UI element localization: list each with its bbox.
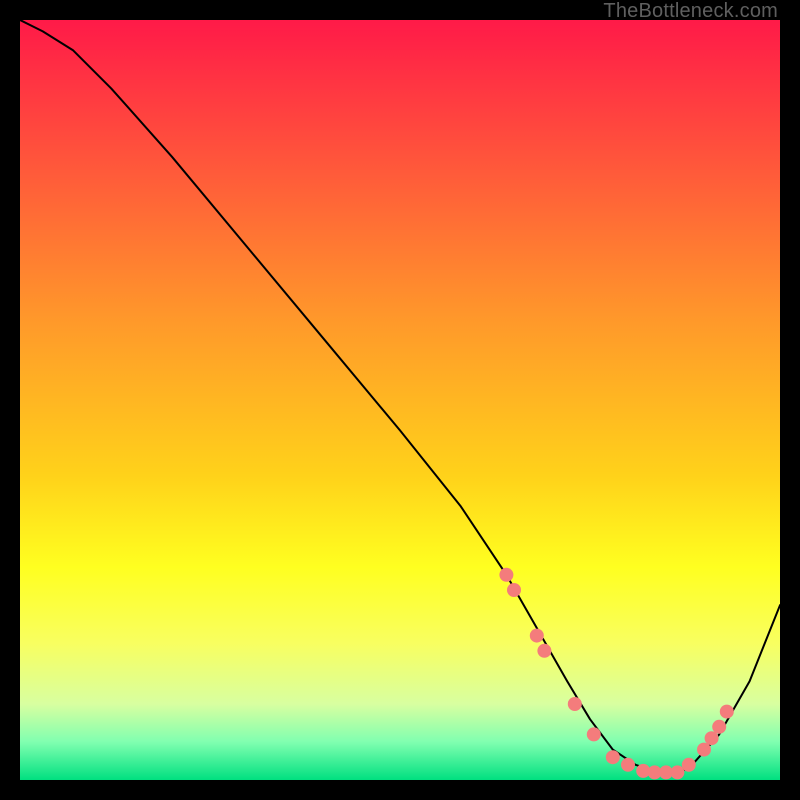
data-point-marker: [621, 758, 635, 772]
chart-frame: [20, 20, 780, 780]
data-point-marker: [568, 697, 582, 711]
data-point-marker: [587, 727, 601, 741]
watermark-text: TheBottleneck.com: [603, 0, 778, 23]
data-point-marker: [720, 705, 734, 719]
data-point-marker: [697, 743, 711, 757]
data-point-marker: [530, 629, 544, 643]
data-point-marker: [705, 731, 719, 745]
chart-svg: [20, 20, 780, 780]
data-point-marker: [682, 758, 696, 772]
data-point-marker: [537, 644, 551, 658]
data-point-marker: [499, 568, 513, 582]
data-point-marker: [507, 583, 521, 597]
gradient-background: [20, 20, 780, 780]
data-point-marker: [606, 750, 620, 764]
data-point-marker: [670, 765, 684, 779]
data-point-marker: [712, 720, 726, 734]
